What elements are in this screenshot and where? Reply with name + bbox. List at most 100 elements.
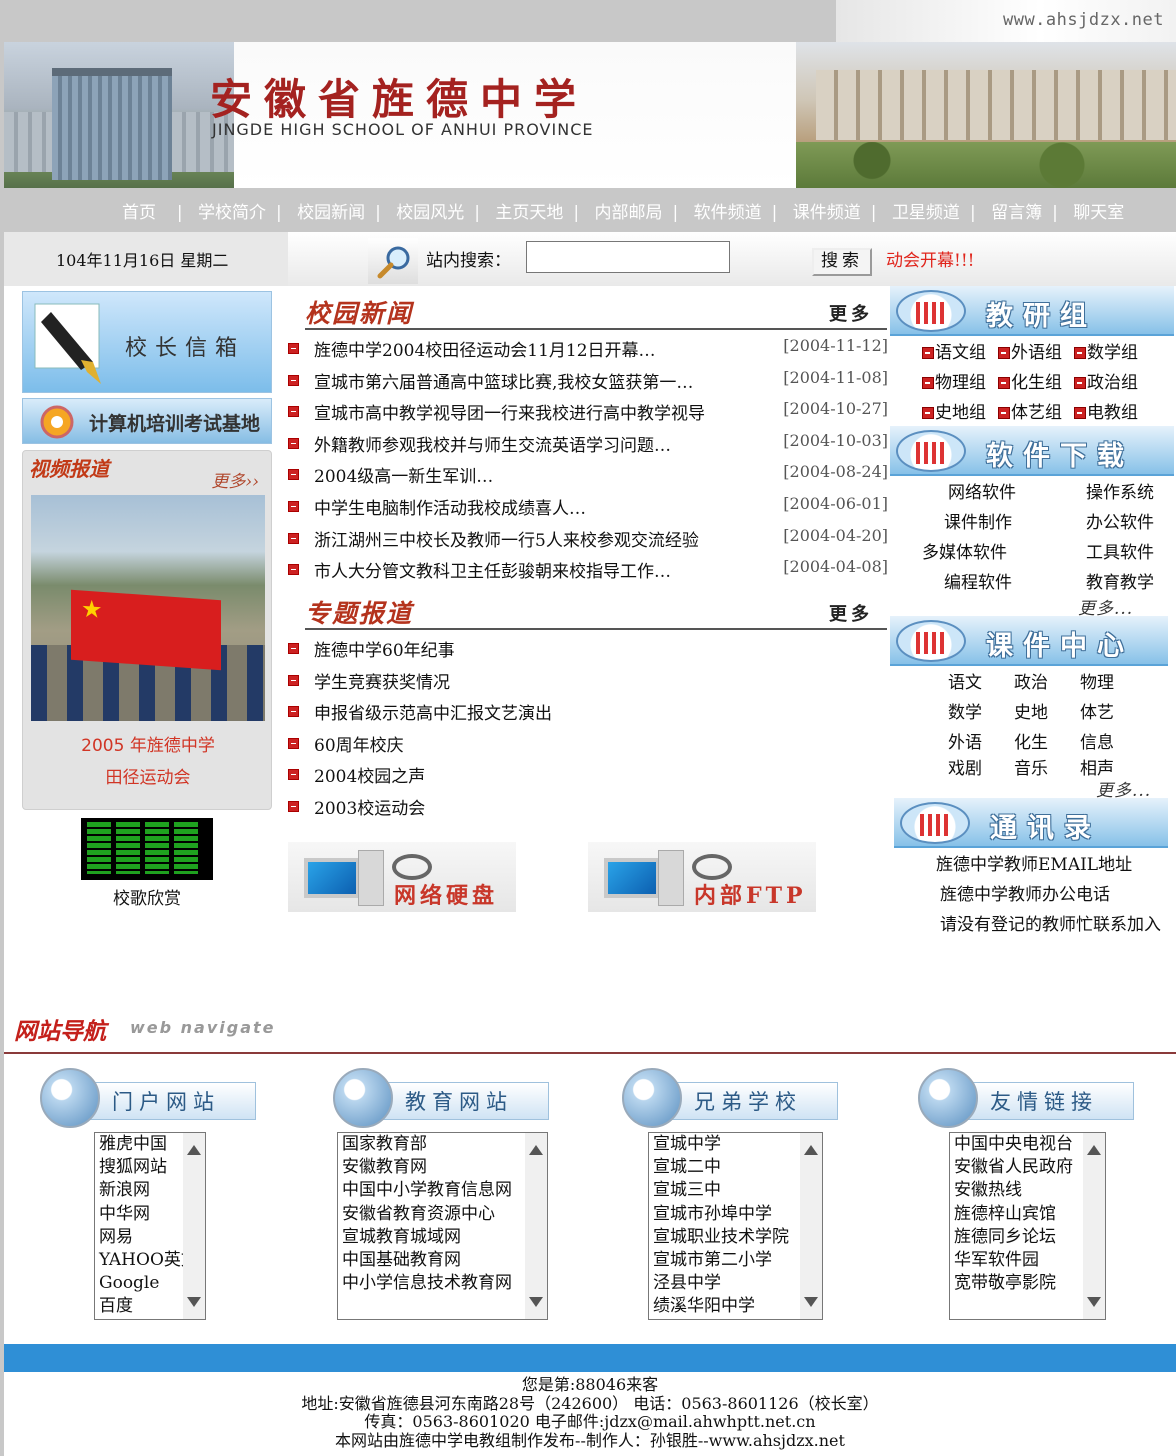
scrollbar[interactable] [183, 1133, 205, 1319]
scrollbar[interactable] [800, 1133, 822, 1319]
topic-item[interactable]: 2003校运动会 [288, 790, 888, 822]
list-item[interactable]: 宣城教育城域网 [342, 1226, 547, 1249]
software-category-link[interactable]: 网络软件 [948, 478, 1016, 503]
principal-mailbox-banner[interactable]: 校长信箱 [22, 291, 272, 393]
software-category-link[interactable]: 教育教学 [1086, 568, 1154, 593]
list-item[interactable]: 宣城市孙埠中学 [653, 1203, 822, 1226]
research-group-link[interactable]: 外语组 [998, 338, 1062, 363]
nav-item-home[interactable]: 首页 | [122, 198, 193, 223]
topic-item[interactable]: 60周年校庆 [288, 727, 888, 759]
scroll-down-icon[interactable] [187, 1297, 201, 1307]
contact-link[interactable]: 旌德中学教师办公电话 [940, 880, 1110, 905]
video-more-link[interactable]: 更多›› [211, 467, 259, 492]
news-item[interactable]: 宣城市第六届普通高中篮球比赛,我校女篮获第一… [2004-11-08] [288, 364, 888, 396]
nav-item-news[interactable]: 校园新闻 | [297, 198, 391, 223]
contact-link[interactable]: 旌德中学教师EMAIL地址 [936, 850, 1132, 875]
scrolling-announcement[interactable]: 动会开幕!!! [886, 246, 975, 271]
research-group-link[interactable]: 史地组 [922, 398, 986, 423]
list-item[interactable]: 国家教育部 [342, 1133, 547, 1156]
research-group-link[interactable]: 数学组 [1074, 338, 1138, 363]
scroll-up-icon[interactable] [1087, 1145, 1101, 1155]
scroll-down-icon[interactable] [529, 1297, 543, 1307]
courseware-subject-link[interactable]: 外语 [948, 728, 982, 753]
contact-link[interactable]: 请没有登记的教师忙联系加入 [940, 910, 1161, 935]
research-group-link[interactable]: 体艺组 [998, 398, 1062, 423]
courseware-subject-link[interactable]: 政治 [1014, 668, 1048, 693]
network-disk-banner[interactable]: 网络硬盘 [288, 842, 516, 912]
topic-item[interactable]: 2004校园之声 [288, 758, 888, 790]
news-item[interactable]: 市人大分管文教科卫主任彭骏朝来校指导工作… [2004-04-08] [288, 553, 888, 585]
courseware-subject-link[interactable]: 语文 [948, 668, 982, 693]
courseware-subject-link[interactable]: 戏剧 [948, 754, 982, 779]
research-group-link[interactable]: 化生组 [998, 368, 1062, 393]
scroll-up-icon[interactable] [529, 1145, 543, 1155]
research-group-link[interactable]: 语文组 [922, 338, 986, 363]
topic-item[interactable]: 学生竞赛获奖情况 [288, 664, 888, 696]
school-song-link[interactable]: 校歌欣赏 [80, 884, 214, 909]
sister-schools-listbox[interactable]: 宣城中学 宣城二中 宣城三中 宣城市孙埠中学 宣城职业技术学院 宣城市第二小学 … [648, 1132, 823, 1320]
portal-sites-listbox[interactable]: 雅虎中国 搜狐网站 新浪网 中华网 网易 YAHOO英文 Google 百度 [94, 1132, 206, 1320]
topic-item[interactable]: 旌德中学60年纪事 [288, 632, 888, 664]
news-item[interactable]: 浙江湖州三中校长及教师一行5人来校参观交流经验 [2004-04-20] [288, 522, 888, 554]
scroll-down-icon[interactable] [804, 1297, 818, 1307]
search-button[interactable]: 搜索 [812, 248, 872, 276]
scroll-up-icon[interactable] [804, 1145, 818, 1155]
news-item[interactable]: 中学生电脑制作活动我校成绩喜人… [2004-06-01] [288, 490, 888, 522]
scroll-up-icon[interactable] [187, 1145, 201, 1155]
computer-training-banner[interactable]: 计算机培训考试基地 [22, 398, 272, 444]
news-item[interactable]: 宣城市高中教学视导团一行来我校进行高中教学视导 [2004-10-27] [288, 395, 888, 427]
nav-item-about[interactable]: 学校简介 | [198, 198, 292, 223]
news-item[interactable]: 旌德中学2004校田径运动会11月12日开幕… [2004-11-12] [288, 332, 888, 364]
nav-item-chat[interactable]: 聊天室 [1073, 198, 1124, 223]
education-sites-listbox[interactable]: 国家教育部 安徽教育网 中国中小学教育信息网 安徽省教育资源中心 宣城教育城域网… [337, 1132, 548, 1320]
nav-item-courseware[interactable]: 课件频道 | [793, 198, 887, 223]
software-category-link[interactable]: 操作系统 [1086, 478, 1154, 503]
list-item[interactable]: 泾县中学 [653, 1272, 822, 1295]
scrollbar[interactable] [525, 1133, 547, 1319]
research-group-link[interactable]: 政治组 [1074, 368, 1138, 393]
courseware-subject-link[interactable]: 音乐 [1014, 754, 1048, 779]
nav-item-scenery[interactable]: 校园风光 | [396, 198, 490, 223]
nav-item-mail[interactable]: 内部邮局 | [595, 198, 689, 223]
music-equalizer-icon[interactable] [81, 818, 213, 880]
courseware-subject-link[interactable]: 信息 [1080, 728, 1114, 753]
list-item[interactable]: 安徽省教育资源中心 [342, 1203, 547, 1226]
list-item[interactable]: 中小学信息技术教育网 [342, 1272, 547, 1295]
software-category-link[interactable]: 办公软件 [1086, 508, 1154, 533]
software-category-link[interactable]: 课件制作 [944, 508, 1012, 533]
research-group-link[interactable]: 物理组 [922, 368, 986, 393]
nav-item-software[interactable]: 软件频道 | [694, 198, 788, 223]
sports-meet-photo[interactable]: ★ [31, 495, 265, 721]
internal-ftp-banner[interactable]: 内部FTP [588, 842, 816, 912]
list-item[interactable]: 安徽教育网 [342, 1156, 547, 1179]
research-group-link[interactable]: 电教组 [1074, 398, 1138, 423]
list-item[interactable]: 宣城市第二小学 [653, 1249, 822, 1272]
nav-item-homepages[interactable]: 主页天地 | [495, 198, 589, 223]
list-item[interactable]: 中国基础教育网 [342, 1249, 547, 1272]
news-item[interactable]: 2004级高一新生军训… [2004-08-24] [288, 458, 888, 490]
nav-item-satellite[interactable]: 卫星频道 | [892, 198, 986, 223]
friendly-links-listbox[interactable]: 中国中央电视台 安徽省人民政府 安徽热线 旌德梓山宾馆 旌德同乡论坛 华军软件园… [949, 1132, 1106, 1320]
software-category-link[interactable]: 工具软件 [1086, 538, 1154, 563]
topics-more-link[interactable]: 更多 [829, 600, 873, 626]
list-item[interactable]: 绩溪华阳中学 [653, 1295, 822, 1318]
courseware-subject-link[interactable]: 物理 [1080, 668, 1114, 693]
courseware-subject-link[interactable]: 数学 [948, 698, 982, 723]
courseware-subject-link[interactable]: 化生 [1014, 728, 1048, 753]
courseware-subject-link[interactable]: 史地 [1014, 698, 1048, 723]
news-more-link[interactable]: 更多 [829, 300, 873, 326]
topic-item[interactable]: 申报省级示范高中汇报文艺演出 [288, 695, 888, 727]
software-category-link[interactable]: 多媒体软件 [922, 538, 1007, 563]
list-item[interactable]: 宣城职业技术学院 [653, 1226, 822, 1249]
software-category-link[interactable]: 编程软件 [944, 568, 1012, 593]
list-item[interactable]: 宣城三中 [653, 1179, 822, 1202]
list-item[interactable]: 宣城中学 [653, 1133, 822, 1156]
nav-item-guestbook[interactable]: 留言簿 | [991, 198, 1068, 223]
scroll-down-icon[interactable] [1087, 1297, 1101, 1307]
list-item[interactable]: 中国中小学教育信息网 [342, 1179, 547, 1202]
news-item[interactable]: 外籍教师参观我校并与师生交流英语学习问题… [2004-10-03] [288, 427, 888, 459]
courseware-subject-link[interactable]: 体艺 [1080, 698, 1114, 723]
search-input[interactable] [526, 241, 730, 273]
scrollbar[interactable] [1083, 1133, 1105, 1319]
list-item[interactable]: 宣城二中 [653, 1156, 822, 1179]
